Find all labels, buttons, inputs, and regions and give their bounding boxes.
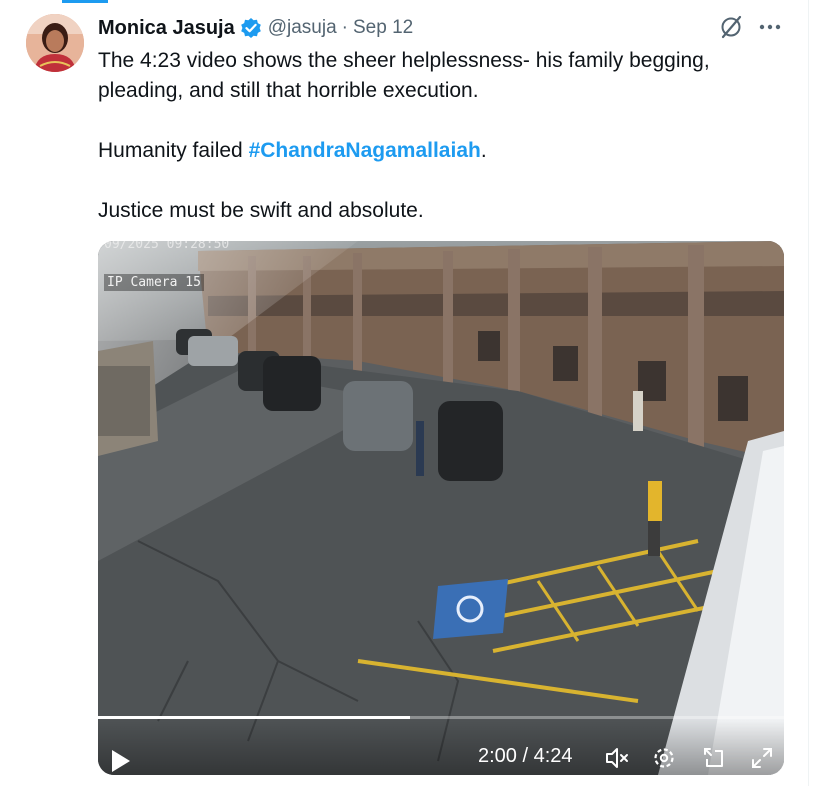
- time-display: 2:00 / 4:24: [478, 745, 573, 767]
- controls-overlay: [98, 719, 784, 775]
- fullscreen-icon[interactable]: [749, 745, 775, 771]
- tweet-date[interactable]: Sep 12: [353, 17, 413, 39]
- hashtag-link[interactable]: #ChandraNagamallaiah: [249, 139, 481, 162]
- tweet-header: Monica Jasuja @jasuja · Sep 12: [98, 14, 413, 42]
- tweet-text-line-2-prefix: Humanity failed: [98, 139, 249, 162]
- camera-label: IP Camera 15: [104, 274, 204, 291]
- top-accent-bar: [62, 0, 108, 3]
- video-frame: [98, 241, 784, 775]
- tweet-text-line-2: Humanity failed #ChandraNagamallaiah.: [98, 136, 798, 166]
- play-icon[interactable]: [108, 747, 134, 775]
- author-handle[interactable]: @jasuja: [268, 17, 337, 39]
- more-icon[interactable]: [756, 14, 784, 40]
- tweet-text-line-1: The 4:23 video shows the sheer helplessn…: [98, 49, 710, 102]
- mute-icon[interactable]: [604, 745, 630, 771]
- tweet-text-line-3: Justice must be swift and absolute.: [98, 199, 424, 222]
- avatar[interactable]: [26, 14, 84, 72]
- camera-timestamp: 09/2025 09:28:50: [104, 241, 230, 252]
- tweet-text-line-2-suffix: .: [480, 139, 487, 162]
- settings-icon[interactable]: [651, 745, 677, 771]
- grok-icon[interactable]: [718, 14, 744, 40]
- timeline-border: [808, 0, 809, 786]
- tweet-text: The 4:23 video shows the sheer helplessn…: [98, 46, 798, 226]
- progress-bar[interactable]: [98, 716, 784, 719]
- author-name[interactable]: Monica Jasuja: [98, 17, 235, 40]
- progress-fill: [98, 716, 411, 719]
- verified-badge-icon[interactable]: [240, 17, 262, 39]
- picture-in-picture-icon[interactable]: [701, 745, 727, 771]
- video-player[interactable]: 09/2025 09:28:50 IP Camera 15 2:00 / 4:2…: [98, 241, 784, 775]
- separator-dot: ·: [341, 17, 348, 38]
